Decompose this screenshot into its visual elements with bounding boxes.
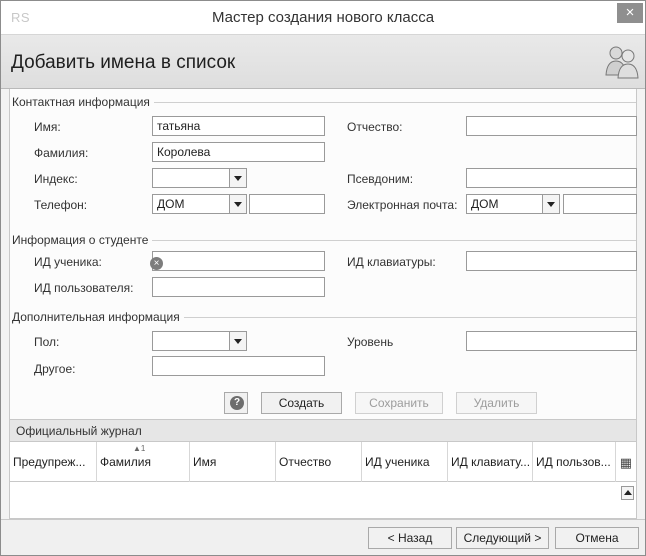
close-button[interactable]: × [617, 3, 643, 23]
student-group-title: Информация о студенте [12, 233, 153, 247]
grid-header: Предупреж... ▲1 Фамилия Имя Отчество ИД … [10, 442, 636, 482]
column-header[interactable]: ИД пользов... [533, 442, 616, 482]
scroll-up-arrow[interactable] [621, 486, 634, 500]
chevron-down-icon[interactable] [229, 195, 246, 213]
chevron-down-icon[interactable] [229, 169, 246, 187]
user-id-label: ИД пользователя: [34, 281, 134, 295]
student-id-field[interactable] [152, 251, 325, 271]
nickname-label: Псевдоним: [347, 172, 414, 186]
gender-select[interactable] [152, 331, 247, 351]
other-label: Другое: [34, 362, 76, 376]
phone-type-select[interactable]: ДОМ [152, 194, 247, 214]
first-name-label: Имя: [34, 120, 61, 134]
other-field[interactable] [152, 356, 325, 376]
email-field[interactable] [563, 194, 637, 214]
save-button[interactable]: Сохранить [355, 392, 443, 414]
middle-name-field[interactable] [466, 116, 637, 136]
create-button[interactable]: Создать [261, 392, 342, 414]
email-type-select[interactable]: ДОМ [466, 194, 560, 214]
form-area: Контактная информация Имя: татьяна Отчес… [9, 89, 637, 419]
sort-ascending-icon: ▲1 [133, 444, 146, 453]
phone-field[interactable] [249, 194, 325, 214]
column-header[interactable]: Имя [190, 442, 276, 482]
column-header[interactable]: Отчество [276, 442, 362, 482]
nickname-field[interactable] [466, 168, 637, 188]
page-header: Добавить имена в список [1, 35, 645, 89]
keyboard-id-field[interactable] [466, 251, 637, 271]
column-header[interactable]: ИД клавиату... [448, 442, 533, 482]
page-title: Добавить имена в список [11, 52, 236, 73]
clear-icon[interactable]: × [150, 257, 163, 270]
column-chooser-icon[interactable]: ▦ [620, 455, 632, 471]
extra-group-title: Дополнительная информация [12, 310, 184, 324]
back-button[interactable]: < Назад [368, 527, 452, 549]
middle-name-label: Отчество: [347, 120, 403, 134]
level-field[interactable] [466, 331, 637, 351]
first-name-field[interactable]: татьяна [152, 116, 325, 136]
zip-label: Индекс: [34, 172, 78, 186]
gender-label: Пол: [34, 335, 60, 349]
chevron-down-icon[interactable] [542, 195, 559, 213]
wizard-window: RS Мастер создания нового класса × Добав… [0, 0, 646, 556]
zip-select[interactable] [152, 168, 247, 188]
phone-label: Телефон: [34, 198, 88, 212]
email-label: Электронная почта: [347, 198, 458, 212]
last-name-field[interactable]: Королева [152, 142, 325, 162]
column-header-label: Фамилия [100, 455, 151, 469]
column-header[interactable]: Предупреж... [10, 442, 97, 482]
wizard-footer: < Назад Следующий > Отмена [1, 519, 645, 555]
chevron-down-icon[interactable] [229, 332, 246, 350]
help-icon: ? [230, 396, 244, 410]
cancel-button[interactable]: Отмена [555, 527, 639, 549]
people-icon [605, 46, 639, 79]
contact-group-title: Контактная информация [12, 95, 154, 109]
delete-button[interactable]: Удалить [456, 392, 537, 414]
phone-type-value: ДОМ [157, 197, 185, 211]
next-button[interactable]: Следующий > [456, 527, 549, 549]
keyboard-id-label: ИД клавиатуры: [347, 255, 436, 269]
window-title: Мастер создания нового класса [211, 9, 435, 26]
column-header[interactable]: ▲1 Фамилия [97, 442, 190, 482]
email-type-value: ДОМ [471, 197, 499, 211]
title-bar: RS Мастер создания нового класса × [1, 1, 645, 35]
level-label: Уровень [347, 335, 394, 349]
help-button[interactable]: ? [224, 392, 248, 414]
last-name-label: Фамилия: [34, 146, 89, 160]
journal-title: Официальный журнал [10, 420, 636, 442]
user-id-field[interactable] [152, 277, 325, 297]
student-id-label: ИД ученика: [34, 255, 102, 269]
journal-panel: Официальный журнал Предупреж... ▲1 Фамил… [9, 419, 637, 519]
column-header[interactable]: ИД ученика [362, 442, 448, 482]
